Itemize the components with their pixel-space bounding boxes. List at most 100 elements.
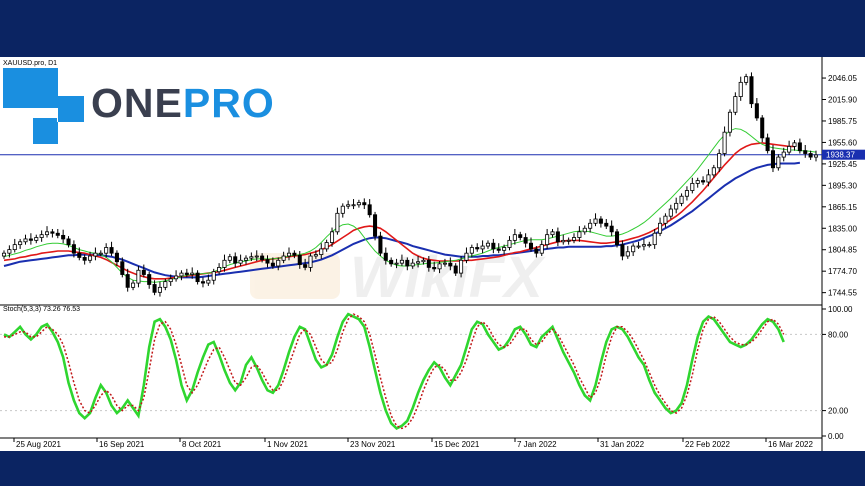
candle-body (432, 267, 437, 270)
candle-body (88, 255, 93, 261)
time-tick-label: 25 Aug 2021 (16, 440, 61, 449)
candle-body (335, 212, 340, 233)
price-tick-label: 1804.85 (828, 246, 857, 255)
candle-body (303, 264, 308, 268)
candle-body (518, 234, 523, 238)
candle-body (265, 259, 270, 264)
candle-body (141, 269, 146, 275)
candle-body (136, 269, 141, 284)
candle-body (227, 256, 232, 261)
candle-body (615, 231, 620, 246)
candle-body (545, 234, 550, 246)
candle-body (55, 232, 60, 236)
candle-body (609, 225, 614, 233)
candle-body (152, 284, 157, 293)
price-tick-label: 1835.00 (828, 224, 857, 233)
candle-body (367, 204, 372, 216)
price-tick-label: 1744.55 (828, 289, 857, 298)
candle-body (66, 238, 71, 246)
candle-body (765, 137, 770, 152)
candle-body (82, 257, 87, 261)
candle-body (286, 252, 292, 257)
candle-body (405, 259, 410, 267)
candle-body (722, 131, 727, 154)
price-tick-label: 1774.70 (828, 267, 857, 276)
stoch-label: Stoch(5,3,3) 73.26 76.53 (3, 306, 80, 313)
candle-body (410, 262, 415, 267)
candle-body (754, 103, 759, 119)
candle-body (453, 265, 458, 274)
candle-body (114, 252, 119, 263)
brand-prefix: ONE (91, 80, 183, 126)
candle-body (34, 237, 39, 241)
candle-body (39, 234, 44, 238)
candle-body (324, 242, 329, 250)
candle-body (190, 272, 195, 275)
candle-body (539, 244, 544, 254)
candle-body (249, 256, 254, 259)
candle-body (674, 202, 679, 210)
stoch-tick-label: 0.00 (828, 432, 844, 441)
candle-body (421, 259, 426, 263)
time-tick-label: 8 Oct 2021 (182, 440, 222, 449)
time-tick-label: 16 Sep 2021 (99, 440, 145, 449)
candle-body (120, 261, 125, 275)
candle-body (373, 214, 378, 237)
candle-body (631, 245, 636, 253)
time-tick-label: 1 Nov 2021 (267, 440, 308, 449)
current-price-label: 1938.37 (826, 151, 855, 160)
candle-body (652, 232, 657, 246)
candle-body (179, 272, 184, 277)
candle-body (684, 190, 689, 197)
candle-body (77, 252, 82, 258)
candle-body (679, 195, 684, 204)
candle-body (308, 255, 313, 268)
time-tick-label: 22 Feb 2022 (685, 440, 730, 449)
candle-body (351, 204, 356, 207)
candle-body (297, 254, 302, 265)
candle-body (18, 241, 23, 246)
candle-body (362, 202, 367, 206)
candle-body (319, 248, 324, 256)
candle-body (776, 156, 781, 169)
candle-body (690, 183, 695, 191)
candle-body (28, 238, 33, 241)
candle-body (502, 247, 507, 251)
price-tick-label: 1985.75 (828, 117, 857, 126)
candle-body (330, 231, 335, 243)
candle-body (701, 180, 706, 183)
candle-body (98, 252, 103, 255)
candle-body (238, 259, 243, 264)
candle-body (50, 231, 55, 234)
candle-body (168, 278, 173, 283)
candle-body (340, 205, 345, 214)
candle-body (641, 244, 646, 247)
candle-body (550, 231, 555, 236)
candle-body (437, 263, 442, 270)
candle-body (620, 244, 625, 257)
price-tick-label: 1865.15 (828, 203, 857, 212)
candle-body (7, 249, 12, 254)
candle-body (588, 222, 593, 229)
candle-body (254, 255, 259, 258)
candle-body (270, 262, 275, 267)
candle-body (792, 142, 797, 147)
candle-body (378, 235, 383, 254)
brand-wordmark: ONEPRO (91, 80, 275, 127)
candle-body (163, 281, 168, 288)
candle-body (706, 174, 711, 183)
candle-body (813, 154, 819, 158)
candle-body (71, 244, 76, 254)
candle-body (658, 222, 663, 234)
candle-body (528, 242, 534, 250)
candle-body (416, 261, 421, 264)
candle-body (448, 262, 453, 267)
candle-body (749, 76, 754, 105)
candle-body (217, 267, 222, 273)
candle-body (711, 167, 716, 176)
candle-body (485, 242, 490, 247)
candle-body (200, 281, 205, 284)
candle-body (195, 272, 200, 283)
candle-body (131, 282, 136, 288)
candle-body (781, 151, 786, 158)
